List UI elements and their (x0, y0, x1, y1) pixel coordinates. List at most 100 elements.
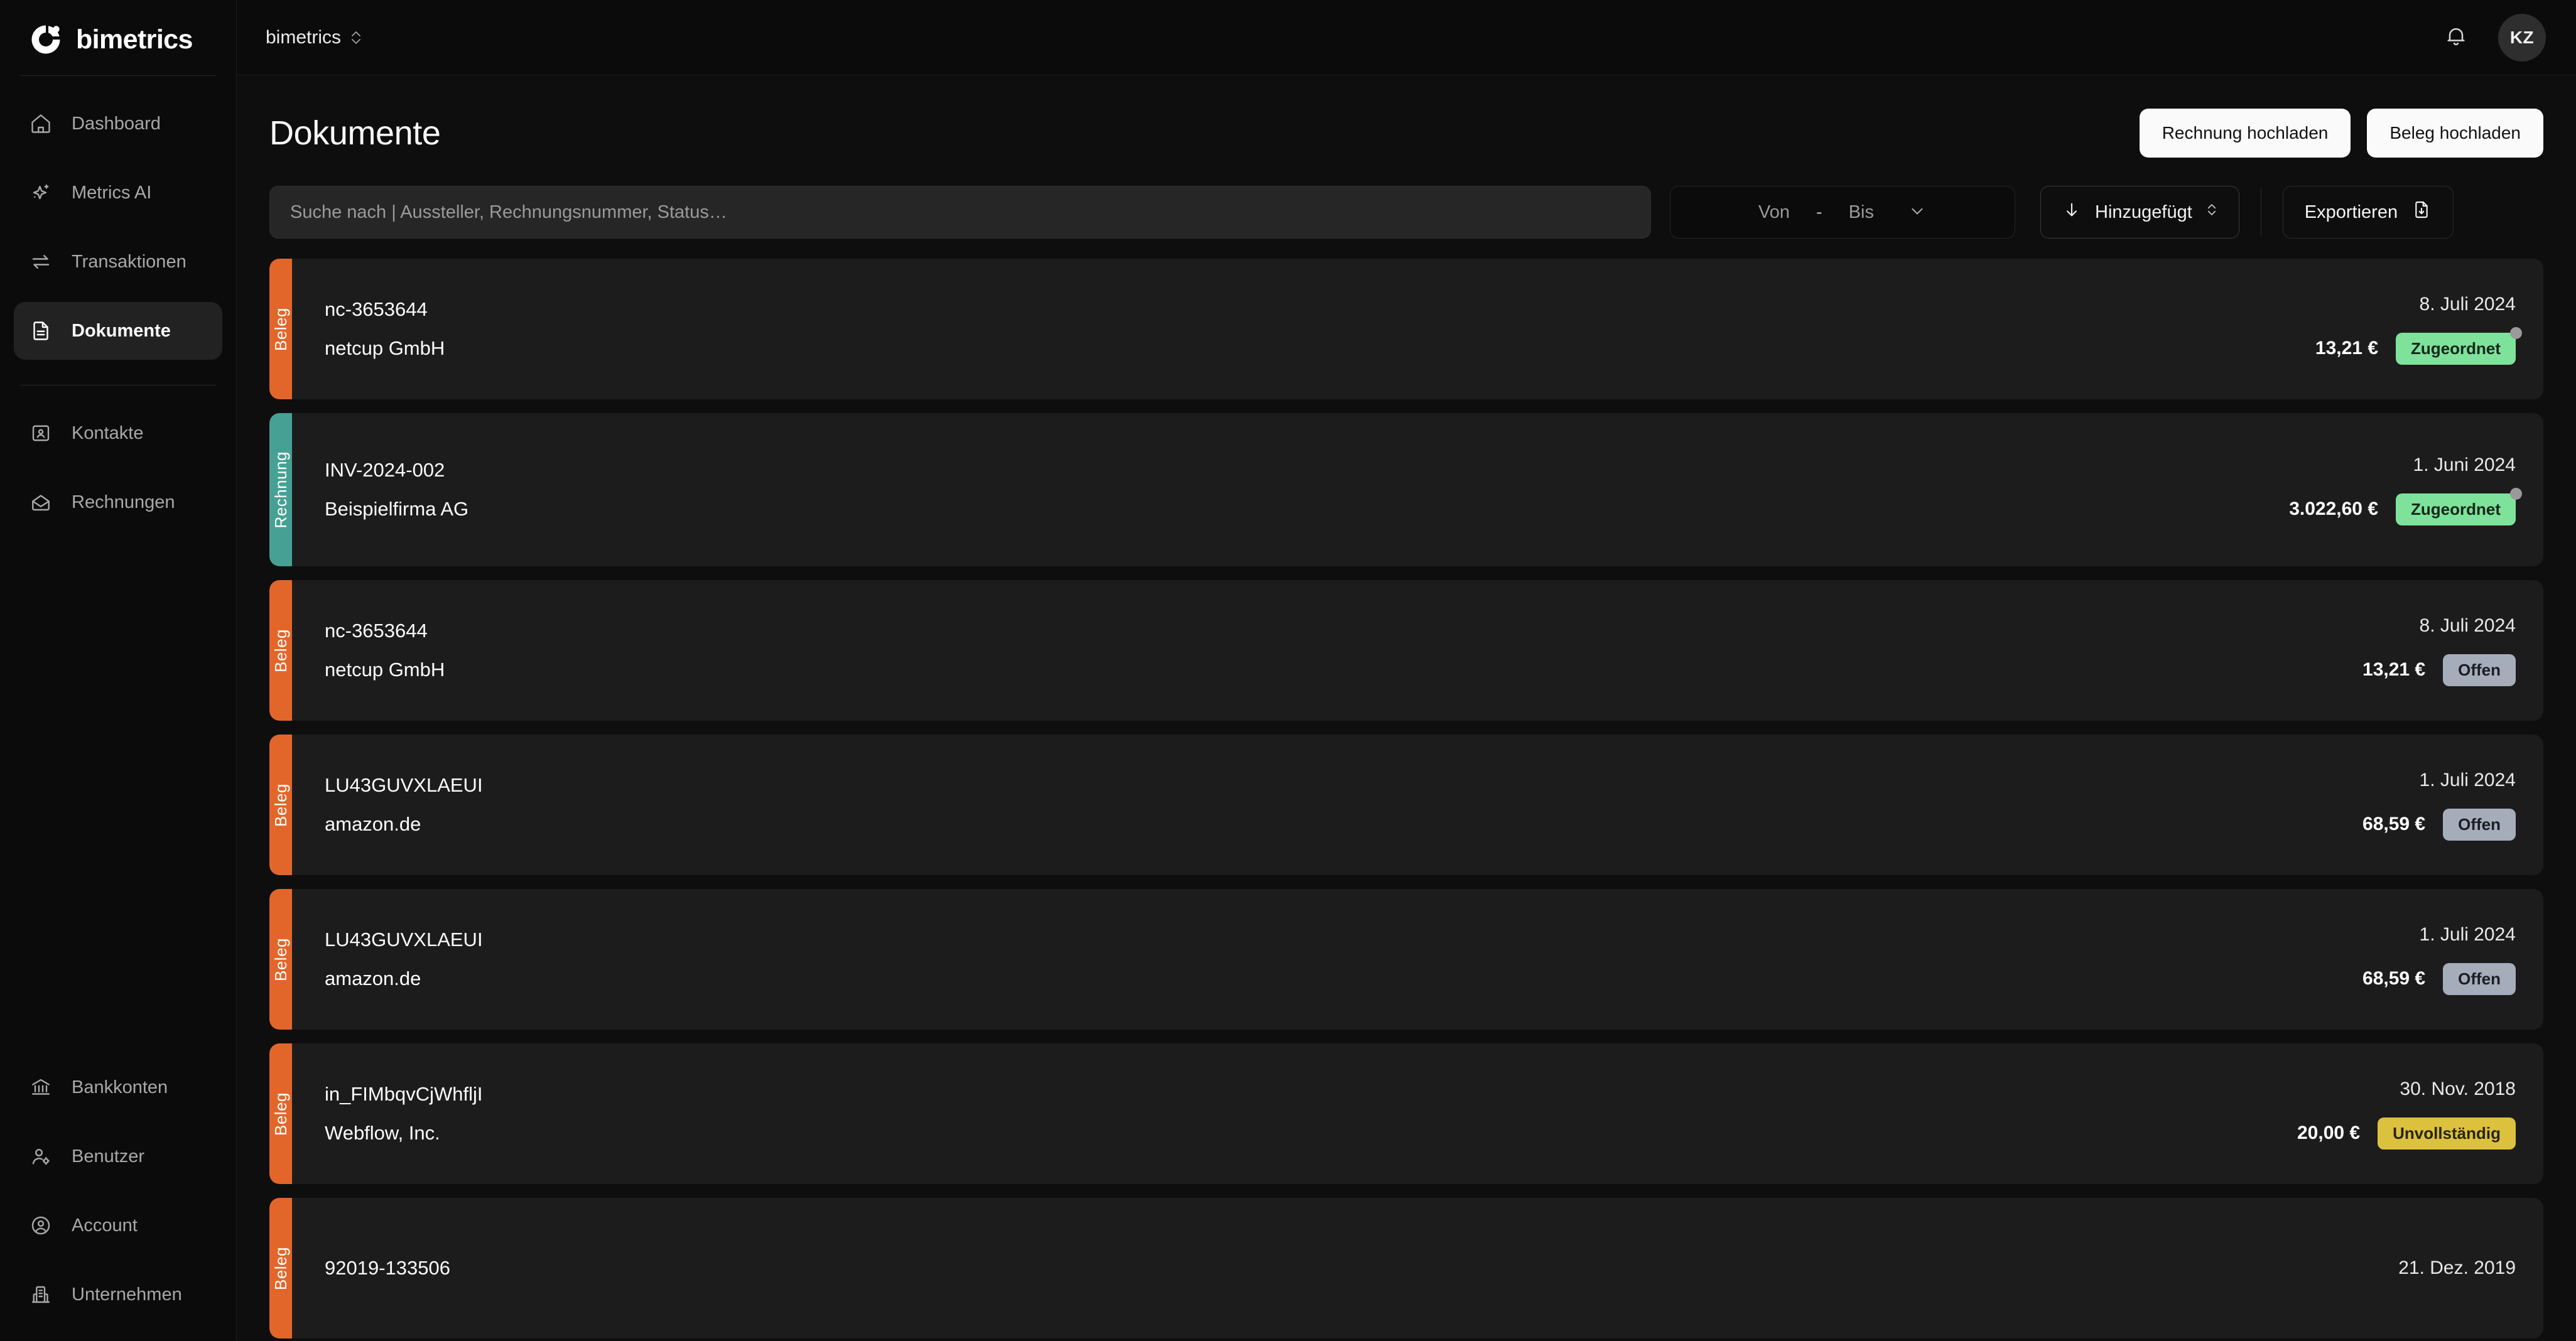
document-row[interactable]: Beleg LU43GUVXLAEUI amazon.de 1. Juli 2024 6… (269, 735, 2543, 875)
status-badge[interactable]: Zugeordnet (2396, 487, 2522, 525)
search-input[interactable] (290, 202, 1630, 223)
avatar-initials: KZ (2509, 27, 2535, 47)
sidebar: bimetrics Dashboard Metrics AI Transakti… (0, 0, 237, 1341)
sidebar-item-label: Account (72, 1215, 138, 1236)
document-meta: 8. Juli 2024 13,21 € Offen (2362, 615, 2516, 686)
document-number: 92019-133506 (325, 1257, 450, 1279)
document-download-icon (2411, 200, 2432, 225)
chevron-down-icon (1908, 202, 1927, 223)
document-date: 1. Juli 2024 (2419, 769, 2516, 790)
status-badge[interactable]: Unvollständig (2378, 1117, 2516, 1150)
documents-list: Beleg nc-3653644 netcup GmbH 8. Juli 2024 13… (269, 259, 2543, 1338)
sidebar-primary-nav: Dashboard Metrics AI Transaktionen Dokum… (0, 76, 236, 371)
document-type-label: Beleg (271, 1246, 290, 1290)
sidebar-bottom-nav: Bankkonten Benutzer Account Unternehmen (0, 1058, 236, 1341)
sidebar-item-label: Transaktionen (72, 251, 187, 272)
status-badge[interactable]: Offen (2443, 962, 2516, 995)
app-root: bimetrics Dashboard Metrics AI Transakti… (0, 0, 2576, 1341)
sort-label: Hinzugefügt (2095, 202, 2192, 222)
document-amount: 68,59 € (2362, 968, 2426, 989)
status-badge[interactable]: Zugeordnet (2396, 326, 2522, 365)
document-amount-status: 20,00 € Unvollständig (2297, 1117, 2516, 1150)
document-type-label: Beleg (271, 307, 290, 351)
document-amount: 13,21 € (2315, 338, 2378, 358)
document-amount: 68,59 € (2362, 814, 2426, 834)
document-amount-status: 13,21 € Offen (2362, 654, 2516, 686)
user-circle-icon (29, 1214, 53, 1237)
export-button[interactable]: Exportieren (2282, 186, 2454, 239)
document-type-label: Beleg (271, 628, 290, 672)
document-type-label: Beleg (271, 1092, 290, 1136)
document-icon (29, 319, 53, 343)
document-row[interactable]: Rechnung INV-2024-002 Beispielfirma AG 1. J… (269, 413, 2543, 566)
avatar[interactable]: KZ (2498, 13, 2546, 62)
page-header: Dokumente Rechnung hochladen Beleg hochl… (269, 103, 2543, 163)
sidebar-item-label: Dokumente (72, 320, 171, 341)
sidebar-item-kontakte[interactable]: Kontakte (14, 404, 222, 462)
building-icon (29, 1283, 53, 1306)
sidebar-item-benutzer[interactable]: Benutzer (14, 1128, 222, 1185)
document-row[interactable]: Beleg nc-3653644 netcup GmbH 8. Juli 2024 13… (269, 259, 2543, 399)
sidebar-item-dokumente[interactable]: Dokumente (14, 302, 222, 360)
envelope-icon (29, 490, 53, 514)
document-row[interactable]: Beleg 92019-133506 21. Dez. 2019 (269, 1198, 2543, 1338)
notifications-button[interactable] (2437, 18, 2476, 57)
sort-button[interactable]: Hinzugefügt (2040, 186, 2239, 239)
date-range-dash: - (1816, 202, 1822, 222)
document-amount: 3.022,60 € (2289, 498, 2378, 519)
document-identity: INV-2024-002 Beispielfirma AG (325, 459, 468, 520)
main-area: bimetrics KZ Dokumente Rechnung hochlade… (237, 0, 2576, 1341)
sidebar-item-transaktionen[interactable]: Transaktionen (14, 233, 222, 291)
sidebar-item-metrics-ai[interactable]: Metrics AI (14, 164, 222, 222)
document-meta: 30. Nov. 2018 20,00 € Unvollständig (2297, 1079, 2516, 1150)
document-number: nc-3653644 (325, 298, 428, 320)
document-row[interactable]: Beleg LU43GUVXLAEUI amazon.de 1. Juli 2024 6… (269, 889, 2543, 1030)
brand-logo[interactable]: bimetrics (0, 0, 236, 62)
document-number: nc-3653644 (325, 620, 428, 642)
document-identity: nc-3653644 netcup GmbH (325, 298, 445, 360)
document-issuer: netcup GmbH (325, 659, 445, 681)
sidebar-item-account[interactable]: Account (14, 1197, 222, 1254)
document-identity: nc-3653644 netcup GmbH (325, 620, 445, 681)
document-meta: 1. Juli 2024 68,59 € Offen (2362, 770, 2516, 841)
document-meta: 1. Juli 2024 68,59 € Offen (2362, 924, 2516, 995)
document-date: 8. Juli 2024 (2419, 293, 2516, 315)
document-issuer: netcup GmbH (325, 337, 445, 359)
document-type-tab: Beleg (269, 259, 292, 399)
status-badge[interactable]: Offen (2443, 654, 2516, 686)
document-issuer: amazon.de (325, 967, 421, 989)
document-date: 1. Juni 2024 (2413, 454, 2516, 475)
document-row-body: 92019-133506 21. Dez. 2019 (292, 1198, 2543, 1338)
search-box[interactable] (269, 186, 1651, 239)
document-date: 21. Dez. 2019 (2398, 1258, 2516, 1278)
document-row-body: in_FIMbqvCjWhfljI Webflow, Inc. 30. Nov. 2… (292, 1043, 2543, 1184)
document-row[interactable]: Beleg nc-3653644 netcup GmbH 8. Juli 2024 13… (269, 580, 2543, 721)
chevron-up-down-icon (350, 27, 362, 48)
document-number: INV-2024-002 (325, 459, 445, 481)
sidebar-item-bankkonten[interactable]: Bankkonten (14, 1058, 222, 1116)
sidebar-item-unternehmen[interactable]: Unternehmen (14, 1266, 222, 1323)
document-issuer: Beispielfirma AG (325, 498, 469, 520)
sidebar-item-rechnungen[interactable]: Rechnungen (14, 473, 222, 531)
document-amount: 20,00 € (2297, 1123, 2361, 1143)
date-from-label: Von (1758, 202, 1790, 222)
workspace-switcher[interactable]: bimetrics (266, 27, 362, 48)
bank-icon (29, 1075, 53, 1099)
date-to-label: Bis (1848, 202, 1874, 222)
document-type-label: Beleg (271, 937, 290, 981)
document-row[interactable]: Beleg in_FIMbqvCjWhfljI Webflow, Inc. 30. N… (269, 1043, 2543, 1184)
sidebar-item-dashboard[interactable]: Dashboard (14, 95, 222, 153)
sidebar-item-label: Metrics AI (72, 182, 152, 203)
document-issuer: Webflow, Inc. (325, 1122, 440, 1144)
document-meta: 8. Juli 2024 13,21 € Zugeordnet (2315, 293, 2522, 365)
document-amount-status: 68,59 € Offen (2362, 808, 2516, 841)
sidebar-secondary-nav: Kontakte Rechnungen (0, 385, 236, 542)
workspace-name: bimetrics (266, 26, 342, 48)
upload-receipt-button[interactable]: Beleg hochladen (2367, 109, 2543, 158)
upload-invoice-button[interactable]: Rechnung hochladen (2139, 109, 2351, 158)
bimetrics-ring-logo-icon (29, 23, 63, 57)
chevron-up-down-icon (2206, 200, 2217, 224)
date-range-picker[interactable]: Von - Bis (1670, 186, 2015, 239)
status-badge[interactable]: Offen (2443, 808, 2516, 841)
